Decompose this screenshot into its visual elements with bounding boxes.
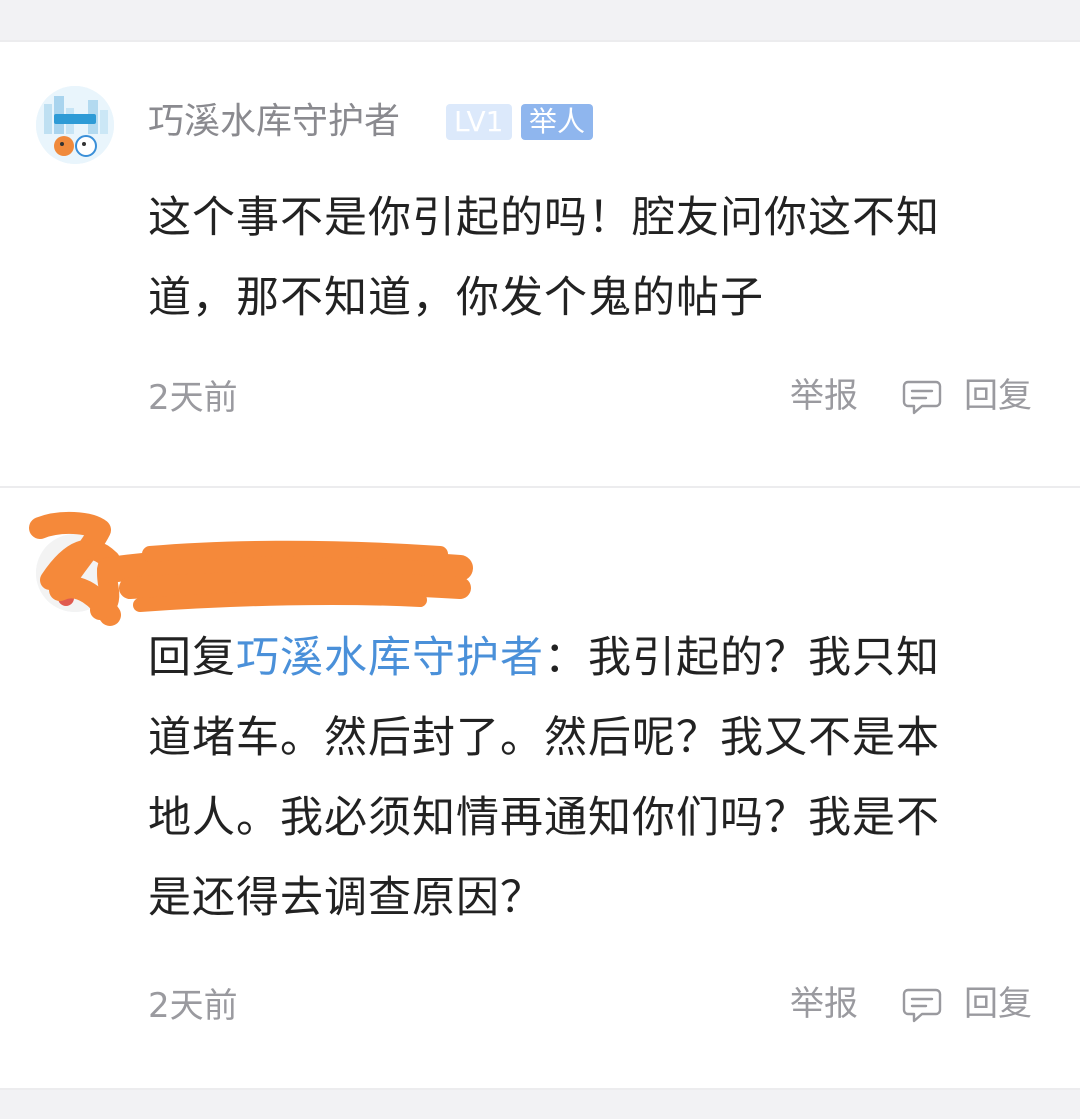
report-button[interactable]: 举报 bbox=[790, 982, 858, 1026]
reply-separator: ： bbox=[544, 633, 588, 683]
reply-button[interactable]: 回复 bbox=[900, 372, 1032, 420]
avatar[interactable] bbox=[36, 86, 114, 164]
top-divider bbox=[0, 0, 1080, 40]
reply-label: 回复 bbox=[964, 376, 1032, 416]
avatar-image bbox=[36, 86, 114, 164]
timestamp: 2天前 bbox=[148, 378, 238, 418]
level-badge: LV1 bbox=[446, 104, 512, 140]
comment-text: 回复巧溪水库守护者：我引起的？我只知道堵车。然后封了。然后呢？我又不是本地人。我… bbox=[148, 618, 978, 938]
comment-bubble-icon bbox=[902, 988, 942, 1023]
redaction-scribble bbox=[29, 511, 473, 626]
username[interactable]: 巧溪水库守护者 bbox=[148, 100, 400, 144]
comment-bubble-icon bbox=[902, 380, 942, 415]
reply-label: 回复 bbox=[964, 984, 1032, 1024]
comment-text: 这个事不是你引起的吗！腔友问你这不知道，那不知道，你发个鬼的帖子 bbox=[148, 193, 940, 323]
comment-item: 巧溪水库守护者 LV1 举人 这个事不是你引起的吗！腔友问你这不知道，那不知道，… bbox=[0, 42, 1080, 486]
reply-target-link[interactable]: 巧溪水库守护者 bbox=[236, 633, 544, 683]
comment-thread: 巧溪水库守护者 LV1 举人 这个事不是你引起的吗！腔友问你这不知道，那不知道，… bbox=[0, 0, 1080, 1119]
bottom-divider bbox=[0, 1090, 1080, 1119]
reply-prefix: 回复 bbox=[148, 633, 236, 683]
role-badge: 举人 bbox=[521, 104, 594, 140]
timestamp: 2天前 bbox=[148, 986, 238, 1026]
report-button[interactable]: 举报 bbox=[790, 374, 858, 418]
reply-button[interactable]: 回复 bbox=[900, 980, 1032, 1028]
